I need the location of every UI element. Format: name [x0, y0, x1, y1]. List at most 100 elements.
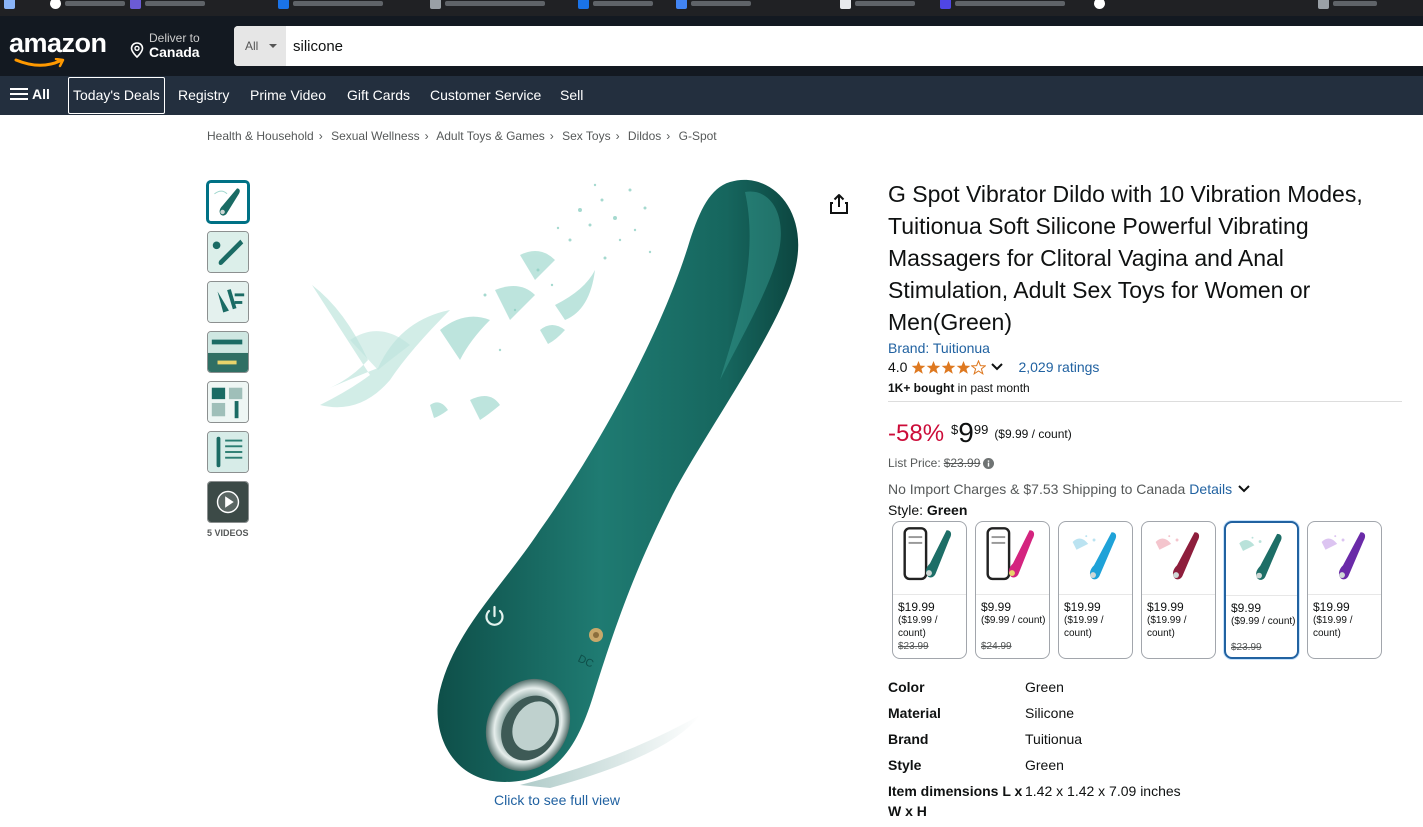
variant-unit-price: ($19.99 / count) [1064, 615, 1104, 639]
bought-in-past-month: 1K+ bought in past month [888, 381, 1030, 395]
videos-count-label[interactable]: 5 VIDEOS [207, 528, 249, 538]
style-variant-swatch[interactable]: $19.99 ($19.99 / count) [1307, 521, 1382, 659]
breadcrumb-separator: › [666, 129, 671, 143]
ratings-count-link[interactable]: 2,029 ratings [1018, 359, 1099, 375]
spec-value: Tuitionua [1025, 731, 1083, 747]
variant-image [1308, 522, 1381, 595]
style-variant-swatch[interactable]: $19.99 ($19.99 / count) [1058, 521, 1133, 659]
list-price-value: $23.99 [943, 456, 981, 470]
bookmark-item[interactable] [578, 0, 653, 10]
variant-image [893, 522, 966, 595]
thumbnail-image[interactable] [207, 431, 249, 473]
shipping-info: No Import Charges & $7.53 Shipping to Ca… [888, 481, 1251, 497]
variant-price: $9.99 [981, 600, 1012, 614]
bookmark-item[interactable] [4, 0, 15, 10]
bookmark-item[interactable] [940, 0, 1065, 10]
bookmark-item[interactable] [430, 0, 545, 10]
spec-key: Brand [888, 731, 929, 747]
thumbnail-image[interactable] [207, 331, 249, 373]
thumbnail-image[interactable] [207, 381, 249, 423]
star-full-icon [942, 360, 956, 374]
full-view-link[interactable]: Click to see full view [494, 792, 620, 808]
discount-percent: -58% [888, 420, 945, 447]
main-product-image[interactable]: DC [290, 170, 830, 790]
unit-price: ($9.99 / count) [994, 427, 1072, 441]
caret-down-icon [269, 44, 277, 48]
price-fraction: 99 [973, 422, 989, 437]
share-icon[interactable] [829, 193, 849, 215]
breadcrumb-item[interactable]: Adult Toys & Games [436, 129, 545, 143]
breadcrumb-item[interactable]: Dildos [628, 129, 661, 143]
bookmark-item[interactable] [1094, 0, 1105, 10]
spec-key: Color [888, 679, 925, 695]
breadcrumb-item[interactable]: Sexual Wellness [331, 129, 420, 143]
bought-count: 1K+ bought [888, 381, 955, 395]
breadcrumb-separator: › [549, 129, 554, 143]
bought-period: in past month [954, 381, 1030, 395]
rating-row: 4.0 2,029 ratings [888, 359, 1099, 375]
nav-sell[interactable]: Sell [560, 76, 583, 115]
search-category-dropdown[interactable]: All [234, 26, 286, 66]
bookmark-item[interactable] [676, 0, 751, 10]
thumbnail-image[interactable] [207, 281, 249, 323]
nav-todays-deals[interactable]: Today's Deals [68, 77, 165, 114]
spec-value: 1.42 x 1.42 x 7.09 inches [1025, 783, 1181, 799]
nav-gift-cards[interactable]: Gift Cards [347, 76, 410, 115]
spec-value: Green [1025, 679, 1064, 695]
style-label: Style: [888, 502, 924, 518]
bookmark-item[interactable] [130, 0, 205, 10]
chevron-down-icon[interactable] [990, 362, 1004, 372]
breadcrumb-item[interactable]: G-Spot [679, 129, 717, 143]
breadcrumb-separator: › [424, 129, 429, 143]
all-menu-label: All [32, 86, 50, 102]
nav-registry[interactable]: Registry [178, 76, 229, 115]
style-variant-swatch[interactable]: $9.99 ($9.99 / count) $24.99 [975, 521, 1050, 659]
breadcrumb: Health & Household › Sexual Wellness › Adu… [207, 129, 717, 143]
location-pin-icon [130, 42, 144, 58]
all-menu-button[interactable]: All [10, 86, 50, 102]
variant-price: $19.99 [898, 600, 935, 614]
star-empty-icon [971, 359, 987, 375]
brand-link[interactable]: Brand: Tuitionua [888, 340, 990, 356]
bookmark-item[interactable] [50, 0, 125, 10]
deliver-country: Canada [149, 44, 200, 60]
spec-value: Silicone [1025, 705, 1075, 721]
shipping-text: No Import Charges & $7.53 Shipping to Ca… [888, 481, 1186, 497]
style-variant-swatch[interactable]: $19.99 ($19.99 / count) [1141, 521, 1216, 659]
style-variant-swatch-selected[interactable]: $9.99 ($9.99 / count) $23.99 [1224, 521, 1299, 659]
bookmark-item[interactable] [1318, 0, 1377, 10]
browser-bookmarks-bar [0, 0, 1423, 16]
variant-price: $19.99 [1147, 600, 1184, 614]
spec-key: Material [888, 705, 941, 721]
spec-key: Item dimensions L x W x H [888, 783, 1023, 819]
amazon-smile-icon [14, 58, 65, 68]
shipping-details-link[interactable]: Details [1189, 481, 1232, 497]
amazon-logo[interactable]: amazon [9, 28, 107, 59]
variant-unit-price: ($9.99 / count) [981, 615, 1046, 626]
list-price-label: List Price: [888, 456, 941, 470]
amazon-header: amazon Deliver to Canada All [0, 16, 1423, 76]
spec-value: Green [1025, 757, 1064, 773]
style-variant-swatch[interactable]: $19.99 ($19.99 / count) $23.99 [892, 521, 967, 659]
list-price: List Price: $23.99 [888, 456, 995, 470]
nav-customer-service[interactable]: Customer Service [430, 76, 541, 115]
bookmark-item[interactable] [840, 0, 915, 10]
thumbnail-image[interactable] [207, 181, 249, 223]
search-category-label: All [245, 39, 259, 53]
star-rating-icon[interactable] [911, 359, 987, 375]
breadcrumb-item[interactable]: Sex Toys [562, 129, 610, 143]
thumbnail-image[interactable] [207, 231, 249, 273]
breadcrumb-separator: › [318, 129, 323, 143]
rating-value: 4.0 [888, 359, 908, 375]
info-icon[interactable] [983, 457, 995, 469]
breadcrumb-item[interactable]: Health & Household [207, 129, 314, 143]
chevron-down-icon[interactable] [1237, 484, 1251, 494]
variant-price: $19.99 [1313, 600, 1350, 614]
search-input[interactable] [286, 26, 1423, 66]
nav-prime-video[interactable]: Prime Video [250, 76, 326, 115]
style-value: Green [926, 502, 968, 518]
video-thumbnail[interactable] [207, 481, 249, 523]
bookmark-item[interactable] [278, 0, 383, 10]
main-nav-bar: All Today's Deals Registry Prime Video G… [0, 76, 1423, 115]
variant-image [1226, 523, 1297, 596]
